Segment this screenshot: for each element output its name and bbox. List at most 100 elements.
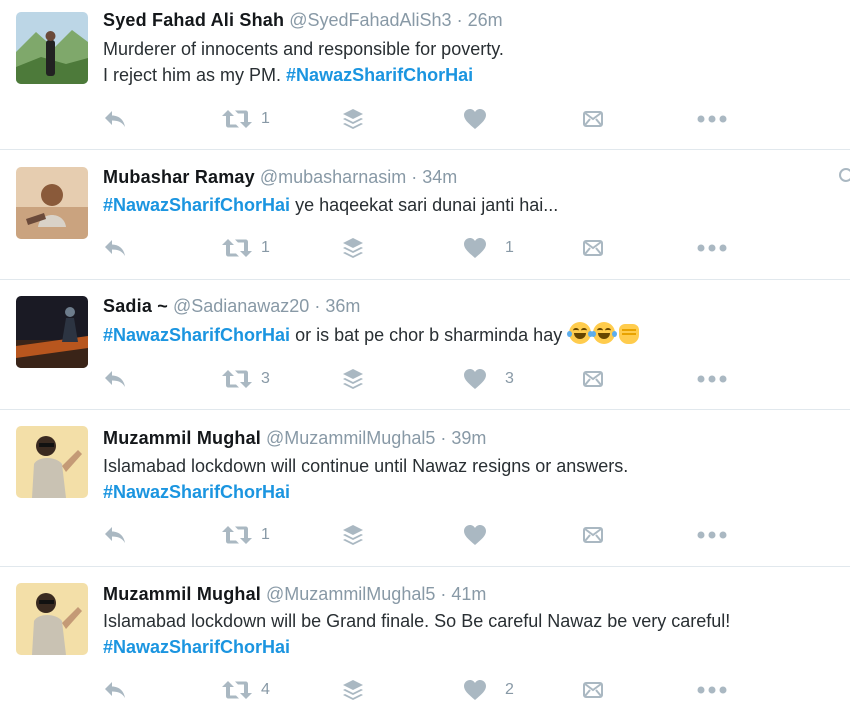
direct-message-button[interactable]: [583, 677, 603, 703]
user-name[interactable]: Syed Fahad Ali Shah: [103, 10, 284, 30]
tweet-text-line: Islamabad lockdown will be Grand finale.…: [103, 608, 730, 634]
tweet-header: Syed Fahad Ali Shah @SyedFahadAliSh3 · 2…: [103, 9, 503, 31]
tweet-text: ye haqeekat sari dunai janti hai...: [290, 195, 559, 215]
hashtag-link[interactable]: #NawazSharifChorHai: [286, 65, 473, 85]
more-icon: [697, 244, 727, 252]
user-handle[interactable]: @MuzammilMughal5: [266, 584, 435, 604]
user-name[interactable]: Sadia ~: [103, 296, 168, 316]
retweet-button[interactable]: 1: [221, 522, 270, 548]
reply-button[interactable]: [103, 106, 127, 132]
retweet-button[interactable]: 4: [221, 677, 270, 703]
face-with-tears-of-joy-emoji: [591, 322, 618, 344]
retweet-button[interactable]: 1: [221, 235, 270, 261]
more-button[interactable]: [697, 235, 727, 261]
tweet-header: Sadia ~ @Sadianawaz20 · 36m: [103, 295, 360, 317]
tweet-header: Mubashar Ramay @mubasharnasim · 34m: [103, 166, 457, 188]
stack-button[interactable]: [342, 522, 364, 548]
tweet[interactable]: Syed Fahad Ali Shah @SyedFahadAliSh3 · 2…: [0, 0, 850, 150]
face-with-tears-of-joy-emoji: [567, 322, 594, 344]
stack-button[interactable]: [342, 106, 364, 132]
user-handle[interactable]: @SyedFahadAliSh3: [289, 10, 451, 30]
direct-message-icon: [583, 239, 603, 257]
timestamp[interactable]: 36m: [325, 296, 360, 316]
direct-message-button[interactable]: [583, 235, 603, 261]
tweet[interactable]: Muzammil Mughal @MuzammilMughal5 · 39m I…: [0, 410, 850, 567]
more-button[interactable]: [697, 522, 727, 548]
tweet-actions: 1 1: [103, 235, 850, 261]
retweet-button[interactable]: 3: [221, 366, 270, 392]
like-button[interactable]: 1: [463, 235, 514, 261]
timestamp[interactable]: 34m: [422, 167, 457, 187]
like-button[interactable]: [463, 106, 495, 132]
hashtag-link[interactable]: #NawazSharifChorHai: [103, 195, 290, 215]
avatar[interactable]: [16, 12, 88, 84]
direct-message-button[interactable]: [583, 522, 603, 548]
retweet-icon: [221, 680, 253, 700]
retweet-icon: [221, 109, 253, 129]
direct-message-icon: [583, 526, 603, 544]
like-button[interactable]: [463, 522, 495, 548]
more-icon: [697, 375, 727, 383]
reply-icon: [103, 680, 127, 700]
user-name[interactable]: Mubashar Ramay: [103, 167, 255, 187]
hashtag-link[interactable]: #NawazSharifChorHai: [103, 482, 290, 502]
tweet-text-line: #NawazSharifChorHai or is bat pe chor b …: [103, 322, 640, 348]
stack-icon: [342, 368, 364, 390]
like-button[interactable]: 2: [463, 677, 514, 703]
tweet-actions: 3 3: [103, 366, 850, 392]
user-handle[interactable]: @Sadianawaz20: [173, 296, 309, 316]
separator-dot: ·: [314, 296, 321, 316]
retweet-count: 4: [261, 681, 270, 698]
avatar[interactable]: [16, 296, 88, 368]
like-count: 3: [505, 370, 514, 387]
more-button[interactable]: [697, 366, 727, 392]
avatar[interactable]: [16, 583, 88, 655]
stack-button[interactable]: [342, 677, 364, 703]
stack-icon: [342, 524, 364, 546]
separator-dot: ·: [440, 584, 447, 604]
tweet[interactable]: Sadia ~ @Sadianawaz20 · 36m #NawazSharif…: [0, 280, 850, 410]
tweet[interactable]: Mubashar Ramay @mubasharnasim · 34m #Naw…: [0, 150, 850, 280]
tweet-text-line: #NawazSharifChorHai: [103, 634, 290, 660]
retweet-icon: [221, 238, 253, 258]
timestamp[interactable]: 41m: [451, 584, 486, 604]
reply-icon: [103, 238, 127, 258]
user-name[interactable]: Muzammil Mughal: [103, 584, 261, 604]
reply-button[interactable]: [103, 235, 127, 261]
hashtag-link[interactable]: #NawazSharifChorHai: [103, 325, 290, 345]
hashtag-link[interactable]: #NawazSharifChorHai: [103, 637, 290, 657]
avatar[interactable]: [16, 167, 88, 239]
retweet-count: 1: [261, 239, 270, 256]
user-handle[interactable]: @mubasharnasim: [260, 167, 406, 187]
more-icon: [697, 531, 727, 539]
more-icon: [697, 686, 727, 694]
stack-button[interactable]: [342, 366, 364, 392]
retweet-button[interactable]: 1: [221, 106, 270, 132]
like-button[interactable]: 3: [463, 366, 514, 392]
tweet-actions: 4 2: [103, 677, 850, 703]
tweet-header: Muzammil Mughal @MuzammilMughal5 · 41m: [103, 583, 486, 605]
caret-icon[interactable]: [836, 168, 850, 182]
direct-message-button[interactable]: [583, 366, 603, 392]
avatar[interactable]: [16, 426, 88, 498]
more-button[interactable]: [697, 106, 727, 132]
like-count: 2: [505, 681, 514, 698]
direct-message-button[interactable]: [583, 106, 603, 132]
tweet-text: I reject him as my PM.: [103, 65, 287, 85]
reply-button[interactable]: [103, 366, 127, 392]
tweet[interactable]: Muzammil Mughal @MuzammilMughal5 · 41m I…: [0, 567, 850, 719]
tweet-header: Muzammil Mughal @MuzammilMughal5 · 39m: [103, 427, 486, 449]
more-button[interactable]: [697, 677, 727, 703]
reply-button[interactable]: [103, 677, 127, 703]
reply-button[interactable]: [103, 522, 127, 548]
separator-dot: ·: [440, 428, 447, 448]
direct-message-icon: [583, 110, 603, 128]
user-name[interactable]: Muzammil Mughal: [103, 428, 261, 448]
timestamp[interactable]: 39m: [451, 428, 486, 448]
reply-icon: [103, 109, 127, 129]
stack-button[interactable]: [342, 235, 364, 261]
tweet-text: Islamabad lockdown will be Grand finale.…: [103, 611, 731, 631]
stack-icon: [342, 679, 364, 701]
user-handle[interactable]: @MuzammilMughal5: [266, 428, 435, 448]
timestamp[interactable]: 26m: [468, 10, 503, 30]
